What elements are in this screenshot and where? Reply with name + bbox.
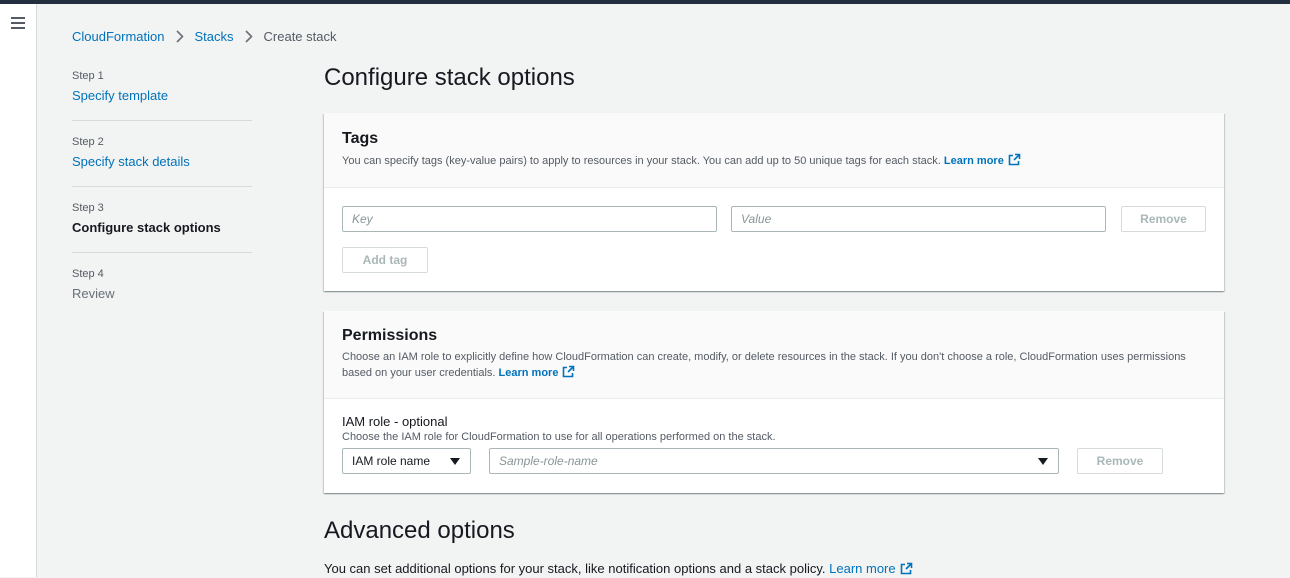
tag-value-input[interactable]: Value	[731, 206, 1106, 232]
permissions-description: Choose an IAM role to explicitly define …	[342, 350, 1202, 383]
top-nav-bar	[0, 0, 1290, 4]
tags-title: Tags	[342, 130, 379, 147]
add-tag-button[interactable]: Add tag	[342, 247, 428, 273]
advanced-options-description: You can set additional options for your …	[324, 561, 913, 578]
side-navigation-rail	[0, 4, 37, 577]
tags-description: You can specify tags (key-value pairs) t…	[342, 153, 1206, 171]
learn-more-text[interactable]: Learn more	[829, 561, 895, 576]
tags-learn-more-link[interactable]: Learn more	[944, 153, 1021, 167]
step-number: Step 3	[72, 202, 104, 214]
step-number: Step 2	[72, 136, 104, 148]
breadcrumb-cloudformation[interactable]: CloudFormation	[72, 29, 165, 44]
remove-tag-button[interactable]: Remove	[1121, 206, 1206, 232]
menu-icon[interactable]	[11, 17, 25, 29]
tags-panel-header: Tags You can specify tags (key-value pai…	[324, 113, 1224, 188]
remove-iam-role-button[interactable]: Remove	[1077, 448, 1163, 474]
chevron-right-icon	[175, 29, 184, 43]
permissions-description-text: Choose an IAM role to explicitly define …	[342, 351, 1186, 379]
wizard-step-1: Step 1 Specify template	[72, 66, 252, 121]
wizard-step-2: Step 2 Specify stack details	[72, 132, 252, 187]
wizard-step-3: Step 3 Configure stack options	[72, 198, 252, 253]
step-link-specify-stack-details[interactable]: Specify stack details	[72, 152, 252, 172]
chevron-right-icon	[244, 29, 253, 43]
permissions-panel-header: Permissions Choose an IAM role to explic…	[324, 311, 1224, 399]
external-link-icon	[900, 562, 913, 578]
permissions-learn-more-link[interactable]: Learn more	[499, 365, 576, 379]
breadcrumb: CloudFormation Stacks Create stack	[72, 27, 337, 45]
learn-more-text[interactable]: Learn more	[944, 155, 1004, 167]
caret-down-icon	[1038, 458, 1048, 465]
advanced-options-title: Advanced options	[324, 517, 515, 544]
step-number: Step 1	[72, 70, 104, 82]
permissions-panel: Permissions Choose an IAM role to explic…	[324, 311, 1224, 493]
permissions-title: Permissions	[342, 327, 438, 344]
external-link-icon	[562, 365, 575, 383]
breadcrumb-current: Create stack	[263, 28, 337, 44]
iam-role-name-select[interactable]: Sample-role-name	[489, 448, 1059, 474]
external-link-icon	[1008, 153, 1021, 171]
step-number: Step 4	[72, 268, 104, 280]
step-link-specify-template[interactable]: Specify template	[72, 86, 252, 106]
iam-role-label: IAM role - optional	[342, 414, 448, 429]
wizard-step-4: Step 4 Review	[72, 264, 252, 318]
iam-role-hint: Choose the IAM role for CloudFormation t…	[342, 431, 776, 443]
iam-role-name-placeholder: Sample-role-name	[499, 454, 598, 468]
wizard-steps: Step 1 Specify template Step 2 Specify s…	[72, 66, 252, 329]
tags-panel: Tags You can specify tags (key-value pai…	[324, 113, 1224, 291]
step-review: Review	[72, 286, 115, 301]
step-current-configure-stack-options: Configure stack options	[72, 220, 221, 235]
page-title: Configure stack options	[324, 64, 575, 91]
breadcrumb-stacks[interactable]: Stacks	[195, 29, 234, 44]
iam-role-type-value: IAM role name	[352, 454, 431, 468]
advanced-learn-more-link[interactable]: Learn more	[829, 561, 912, 576]
tag-key-input[interactable]: Key	[342, 206, 717, 232]
tags-description-text: You can specify tags (key-value pairs) t…	[342, 155, 941, 167]
learn-more-text[interactable]: Learn more	[499, 367, 559, 379]
caret-down-icon	[450, 458, 460, 465]
iam-role-type-select[interactable]: IAM role name	[342, 448, 471, 474]
advanced-options-description-text: You can set additional options for your …	[324, 561, 826, 576]
